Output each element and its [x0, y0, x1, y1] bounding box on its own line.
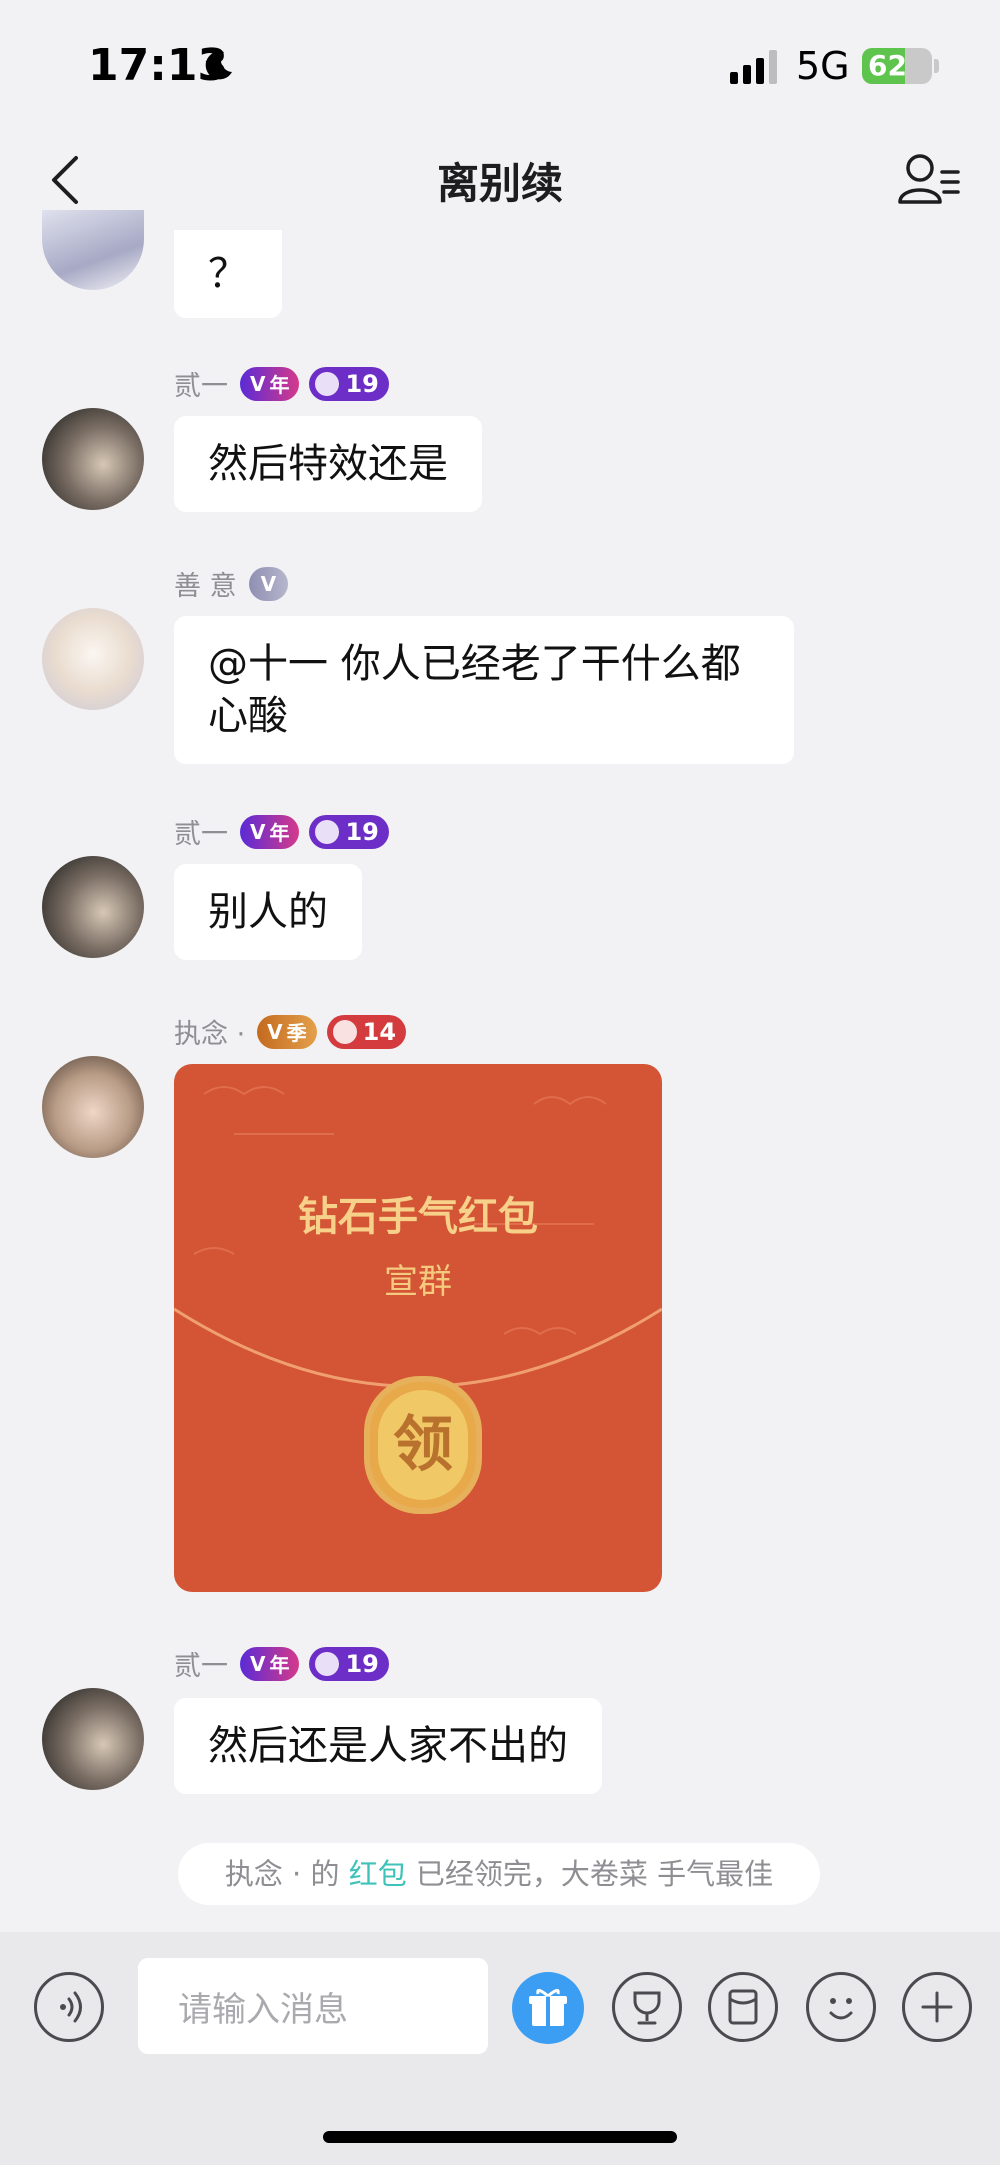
avatar[interactable] — [42, 408, 144, 510]
vip-badge-label: 季 — [286, 1021, 307, 1045]
system-notice: 执念 · 的 红包 已经领完，大卷菜 手气最佳 — [178, 1843, 820, 1905]
vip-badge-label: 年 — [269, 821, 290, 845]
group-members-icon[interactable] — [896, 150, 960, 210]
vip-badge: V 年 — [240, 814, 300, 849]
plus-button[interactable] — [902, 1972, 972, 2042]
star-icon — [315, 819, 340, 844]
level-number: 19 — [345, 369, 379, 398]
open-red-packet-button[interactable]: 领 — [364, 1376, 482, 1514]
gift-button[interactable] — [512, 1972, 584, 2044]
message-text-line: 心酸 — [208, 693, 288, 739]
trophy-button[interactable] — [612, 1972, 682, 2042]
notice-text: 执念 · 的 — [224, 1857, 349, 1891]
level-badge: 19 — [309, 366, 389, 401]
vip-badge-label: 年 — [269, 373, 290, 397]
battery-level: 62 — [868, 49, 907, 82]
red-packet-greeting: 宣群 — [384, 1262, 452, 1302]
sender-row: 贰一 V 年 19 — [174, 1644, 389, 1683]
signal-icon — [730, 50, 777, 84]
message-bubble[interactable]: @十一 你人已经老了干什么都 心酸 — [174, 616, 794, 764]
status-bar: 17:13 5G 62 — [0, 0, 1000, 130]
level-number: 19 — [345, 817, 379, 846]
battery-icon: 62 — [862, 48, 932, 84]
message-bubble[interactable]: ？ — [174, 230, 282, 318]
star-icon — [315, 1651, 340, 1676]
sender-row: 贰一 V 年 19 — [174, 364, 389, 403]
sender-name[interactable]: 善 意 — [174, 564, 237, 603]
emoji-icon — [829, 1998, 853, 2020]
vip-badge: V 年 — [240, 366, 300, 401]
red-packet-title: 钻石手气红包 — [298, 1194, 538, 1240]
sender-row: 执念 · V 季 14 — [174, 1012, 407, 1051]
vip-badge: V 季 — [257, 1014, 317, 1049]
message-text-line: @十一 你人已经老了干什么都 — [208, 641, 741, 687]
message-bubble[interactable]: 别人的 — [174, 864, 362, 960]
chat-title: 离别续 — [436, 159, 563, 208]
sender-row: 贰一 V 年 19 — [174, 812, 389, 851]
network-label: 5G — [796, 44, 850, 88]
red-packet[interactable]: 钻石手气红包 宣群 领 — [174, 1064, 662, 1592]
message-bubble[interactable]: 然后还是人家不出的 — [174, 1698, 602, 1794]
vip-badge: V 年 — [240, 1646, 300, 1681]
avatar[interactable] — [42, 210, 144, 290]
level-number: 14 — [362, 1017, 397, 1046]
notice-text: 已经领完，大卷菜 手气最佳 — [406, 1857, 774, 1891]
star-icon — [315, 371, 340, 396]
battery-tip — [934, 59, 939, 73]
voice-button[interactable] — [34, 1972, 104, 2042]
vip-badge: V — [248, 566, 289, 601]
emoji-button[interactable] — [806, 1972, 876, 2042]
avatar[interactable] — [42, 1688, 144, 1790]
avatar[interactable] — [42, 1056, 144, 1158]
gift-icon — [529, 1989, 567, 2026]
level-badge: 14 — [326, 1014, 407, 1049]
red-packet-button[interactable] — [708, 1972, 778, 2042]
avatar[interactable] — [42, 856, 144, 958]
sender-name[interactable]: 贰一 — [174, 1644, 228, 1683]
red-packet-icon — [728, 1989, 758, 2025]
sender-name[interactable]: 执念 · — [174, 1012, 245, 1051]
voice-icon — [60, 1991, 82, 2023]
message-input[interactable]: 请输入消息 — [138, 1958, 488, 2054]
level-badge: 19 — [309, 1646, 389, 1681]
open-red-packet-label: 领 — [378, 1390, 468, 1500]
red-packet-link[interactable]: 红包 — [349, 1857, 407, 1891]
message-input-placeholder: 请输入消息 — [178, 1990, 348, 2030]
sender-name[interactable]: 贰一 — [174, 812, 228, 851]
plus-icon — [921, 1991, 953, 2023]
trophy-icon — [633, 1991, 661, 2025]
home-indicator[interactable] — [323, 2131, 677, 2143]
sender-row: 善 意 V — [174, 564, 289, 603]
level-badge: 19 — [309, 814, 389, 849]
message-bubble[interactable]: 然后特效还是 — [174, 416, 482, 512]
sender-name[interactable]: 贰一 — [174, 364, 228, 403]
moon-icon — [205, 51, 232, 80]
heart-icon — [332, 1019, 357, 1044]
vip-badge-label: 年 — [269, 1653, 290, 1677]
level-number: 19 — [345, 1649, 379, 1678]
chat-header: 离别续 — [0, 130, 1000, 230]
avatar[interactable] — [42, 608, 144, 710]
